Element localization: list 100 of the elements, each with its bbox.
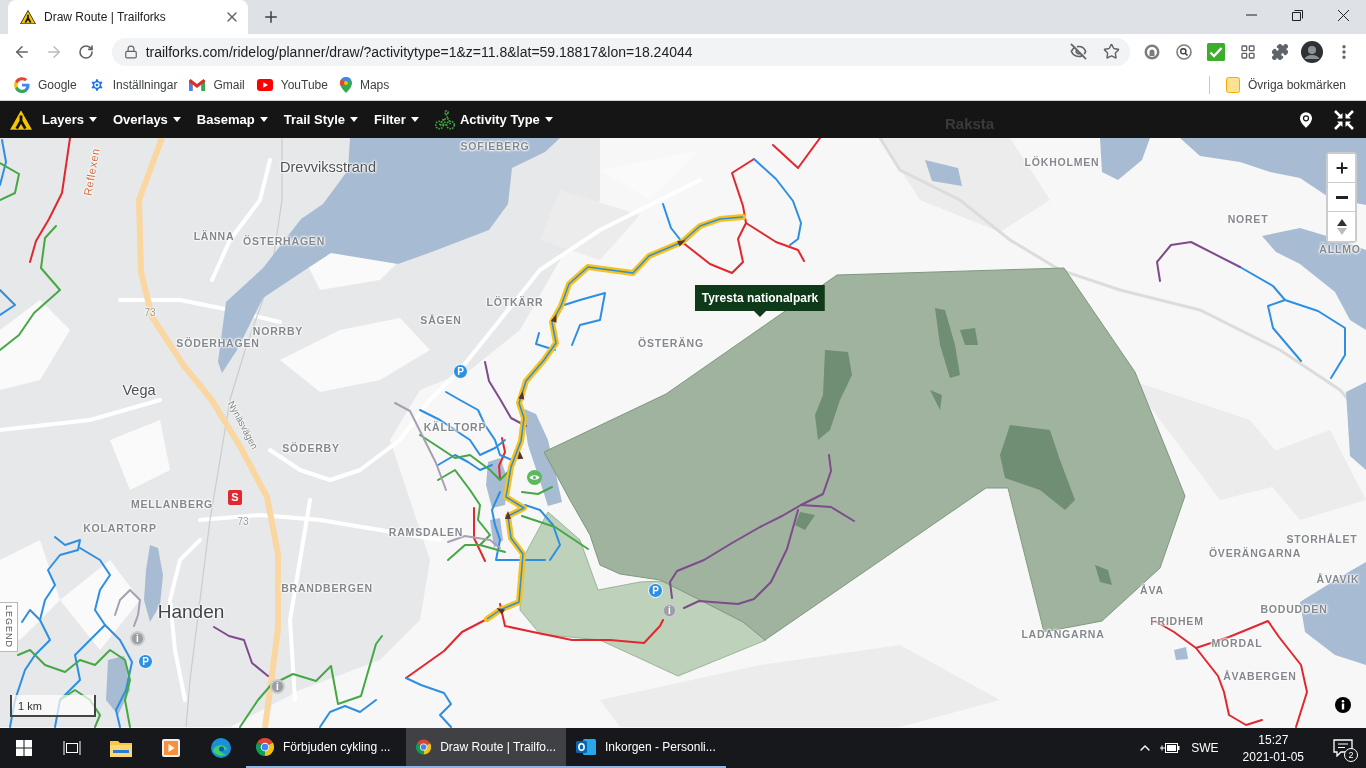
check-extension-icon[interactable] bbox=[1207, 42, 1225, 61]
reload-icon[interactable] bbox=[77, 43, 94, 60]
bookmark-link[interactable]: Gmail bbox=[183, 73, 251, 96]
trail-line[interactable] bbox=[681, 158, 755, 274]
mail-app-icon bbox=[576, 738, 596, 756]
place-label: RAMSDALEN bbox=[388, 526, 464, 538]
keyhole-extension-icon[interactable] bbox=[1144, 43, 1160, 60]
notification-count: 2 bbox=[1344, 748, 1358, 762]
plus-icon bbox=[1333, 160, 1350, 176]
eye-off-icon[interactable] bbox=[1070, 43, 1087, 60]
url-text: trailforks.com/ridelog/planner/draw/?activitytype=1&z=11.8&lat=59.18817&lon=18.24044 bbox=[145, 43, 693, 60]
close-icon[interactable] bbox=[1337, 9, 1349, 21]
lake-shape bbox=[1174, 647, 1188, 660]
place-label: ÄLLMO bbox=[1319, 243, 1361, 255]
trail-line[interactable] bbox=[498, 437, 506, 479]
avatar-icon[interactable] bbox=[1301, 40, 1323, 63]
menu-button[interactable]: Activity Type bbox=[426, 101, 561, 138]
place-label: LADANGARNA bbox=[1021, 628, 1105, 640]
task-view-icon[interactable] bbox=[63, 740, 81, 756]
eye-icon[interactable] bbox=[527, 470, 542, 485]
place-label: SOFIEBERG bbox=[460, 140, 530, 152]
settings-icon bbox=[88, 76, 105, 93]
language-indicator[interactable]: SWE bbox=[1183, 741, 1227, 755]
restore-icon[interactable] bbox=[1291, 9, 1303, 21]
location-pin-icon[interactable] bbox=[1296, 109, 1316, 130]
caret-icon bbox=[259, 117, 268, 122]
tab-title: Draw Route | Trailforks bbox=[44, 10, 167, 24]
bookmark-link[interactable]: Google bbox=[8, 72, 83, 97]
taskbar-clock[interactable]: 15:27 2021-01-05 bbox=[1226, 732, 1320, 764]
trail-line[interactable] bbox=[213, 626, 269, 677]
lake-shape bbox=[490, 518, 503, 548]
caret-icon bbox=[172, 117, 181, 122]
trail-line[interactable] bbox=[447, 544, 506, 561]
trail-name-label: Reflexen bbox=[82, 147, 102, 197]
place-label: MORDAL bbox=[1211, 637, 1263, 649]
place-label: SÅGEN bbox=[420, 314, 462, 326]
star-icon[interactable] bbox=[1103, 43, 1120, 60]
place-label: ÖVERÄNGARNA bbox=[1208, 547, 1302, 559]
trail-line[interactable] bbox=[484, 361, 527, 427]
menu-button[interactable]: Trail Style bbox=[275, 101, 367, 138]
taskbar-window-button[interactable]: Inkorgen - Personli... bbox=[566, 728, 726, 768]
bookmark-link[interactable]: Inställningar bbox=[82, 72, 184, 97]
browser-app-icon bbox=[416, 738, 432, 756]
grid-extension-icon[interactable] bbox=[1240, 43, 1256, 60]
bookmark-link[interactable]: YouTube bbox=[250, 73, 334, 96]
place-label: NORET bbox=[1227, 213, 1269, 225]
search-extension-icon[interactable] bbox=[1176, 43, 1192, 60]
extensions-icon[interactable] bbox=[1271, 42, 1289, 61]
caret-icon bbox=[88, 117, 97, 122]
address-bar[interactable]: trailforks.com/ridelog/planner/draw/?activitytype=1&z=11.8&lat=59.18817&lon=18.24044 bbox=[111, 37, 1130, 66]
caret-icon bbox=[410, 117, 419, 122]
windows-start-icon[interactable] bbox=[16, 740, 32, 756]
trail-line[interactable] bbox=[473, 507, 486, 562]
shop-marker[interactable]: S bbox=[228, 490, 242, 505]
mail-logo-icon bbox=[189, 78, 206, 91]
folder-icon[interactable] bbox=[110, 739, 132, 757]
trail-line[interactable] bbox=[772, 138, 821, 169]
map-pin-logo-icon bbox=[339, 76, 352, 93]
place-label: Drevviksstrand bbox=[280, 159, 376, 175]
notification-icon[interactable] bbox=[1333, 739, 1353, 757]
legend-tab[interactable]: LEGEND bbox=[0, 602, 18, 652]
edge-browser-icon[interactable] bbox=[211, 738, 231, 758]
zoom-in-button[interactable] bbox=[1328, 154, 1355, 183]
clock-date: 2021-01-05 bbox=[1241, 749, 1305, 764]
triangle-logo-icon bbox=[20, 9, 36, 25]
new-tab-icon[interactable] bbox=[262, 8, 280, 26]
menu-button[interactable]: Overlays bbox=[104, 101, 189, 138]
trail-line[interactable] bbox=[745, 222, 805, 262]
bicycle-icon bbox=[434, 109, 455, 130]
taskbar-window-button[interactable]: Draw Route | Trailfo... bbox=[406, 728, 566, 768]
place-label: ÅVA bbox=[1140, 584, 1164, 596]
place-label: MELLANBERG bbox=[130, 498, 214, 510]
place-label: ÖSTERÄNG bbox=[638, 337, 704, 349]
route-line[interactable] bbox=[484, 214, 746, 622]
media-player-icon[interactable] bbox=[161, 738, 181, 758]
caret-icon bbox=[350, 117, 359, 122]
menu-button[interactable]: Basemap bbox=[188, 101, 276, 138]
trail-line[interactable] bbox=[499, 603, 664, 644]
trail-line[interactable] bbox=[1156, 241, 1241, 282]
place-label: ÖSTERHAGEN bbox=[242, 235, 326, 247]
place-label: LÖKHOLMEN bbox=[1024, 156, 1100, 168]
browser-tab[interactable]: Draw Route | Trailforks bbox=[8, 0, 248, 34]
battery-icon[interactable] bbox=[1160, 742, 1181, 754]
trail-line[interactable] bbox=[29, 138, 71, 263]
video-logo-icon bbox=[256, 78, 273, 91]
google-logo-icon bbox=[14, 76, 30, 93]
bookmark-folder[interactable]: Övriga bokmärken bbox=[1219, 72, 1352, 97]
minimize-icon[interactable] bbox=[1245, 14, 1257, 16]
place-label: Handen bbox=[157, 601, 225, 621]
lake-shape bbox=[486, 458, 508, 508]
place-label: LÖTKÄRR bbox=[486, 296, 544, 308]
menu-button[interactable]: Filter bbox=[366, 101, 427, 138]
collapse-icon[interactable] bbox=[1334, 109, 1354, 130]
info-icon[interactable] bbox=[1335, 697, 1351, 713]
place-label: LÄNNA bbox=[193, 230, 235, 242]
trail-line[interactable] bbox=[17, 649, 131, 728]
bookmark-link[interactable]: Maps bbox=[333, 72, 396, 97]
lake-shape bbox=[106, 656, 130, 715]
place-label: BRANDBERGEN bbox=[281, 582, 373, 594]
menu-button[interactable]: Layers bbox=[34, 101, 105, 138]
